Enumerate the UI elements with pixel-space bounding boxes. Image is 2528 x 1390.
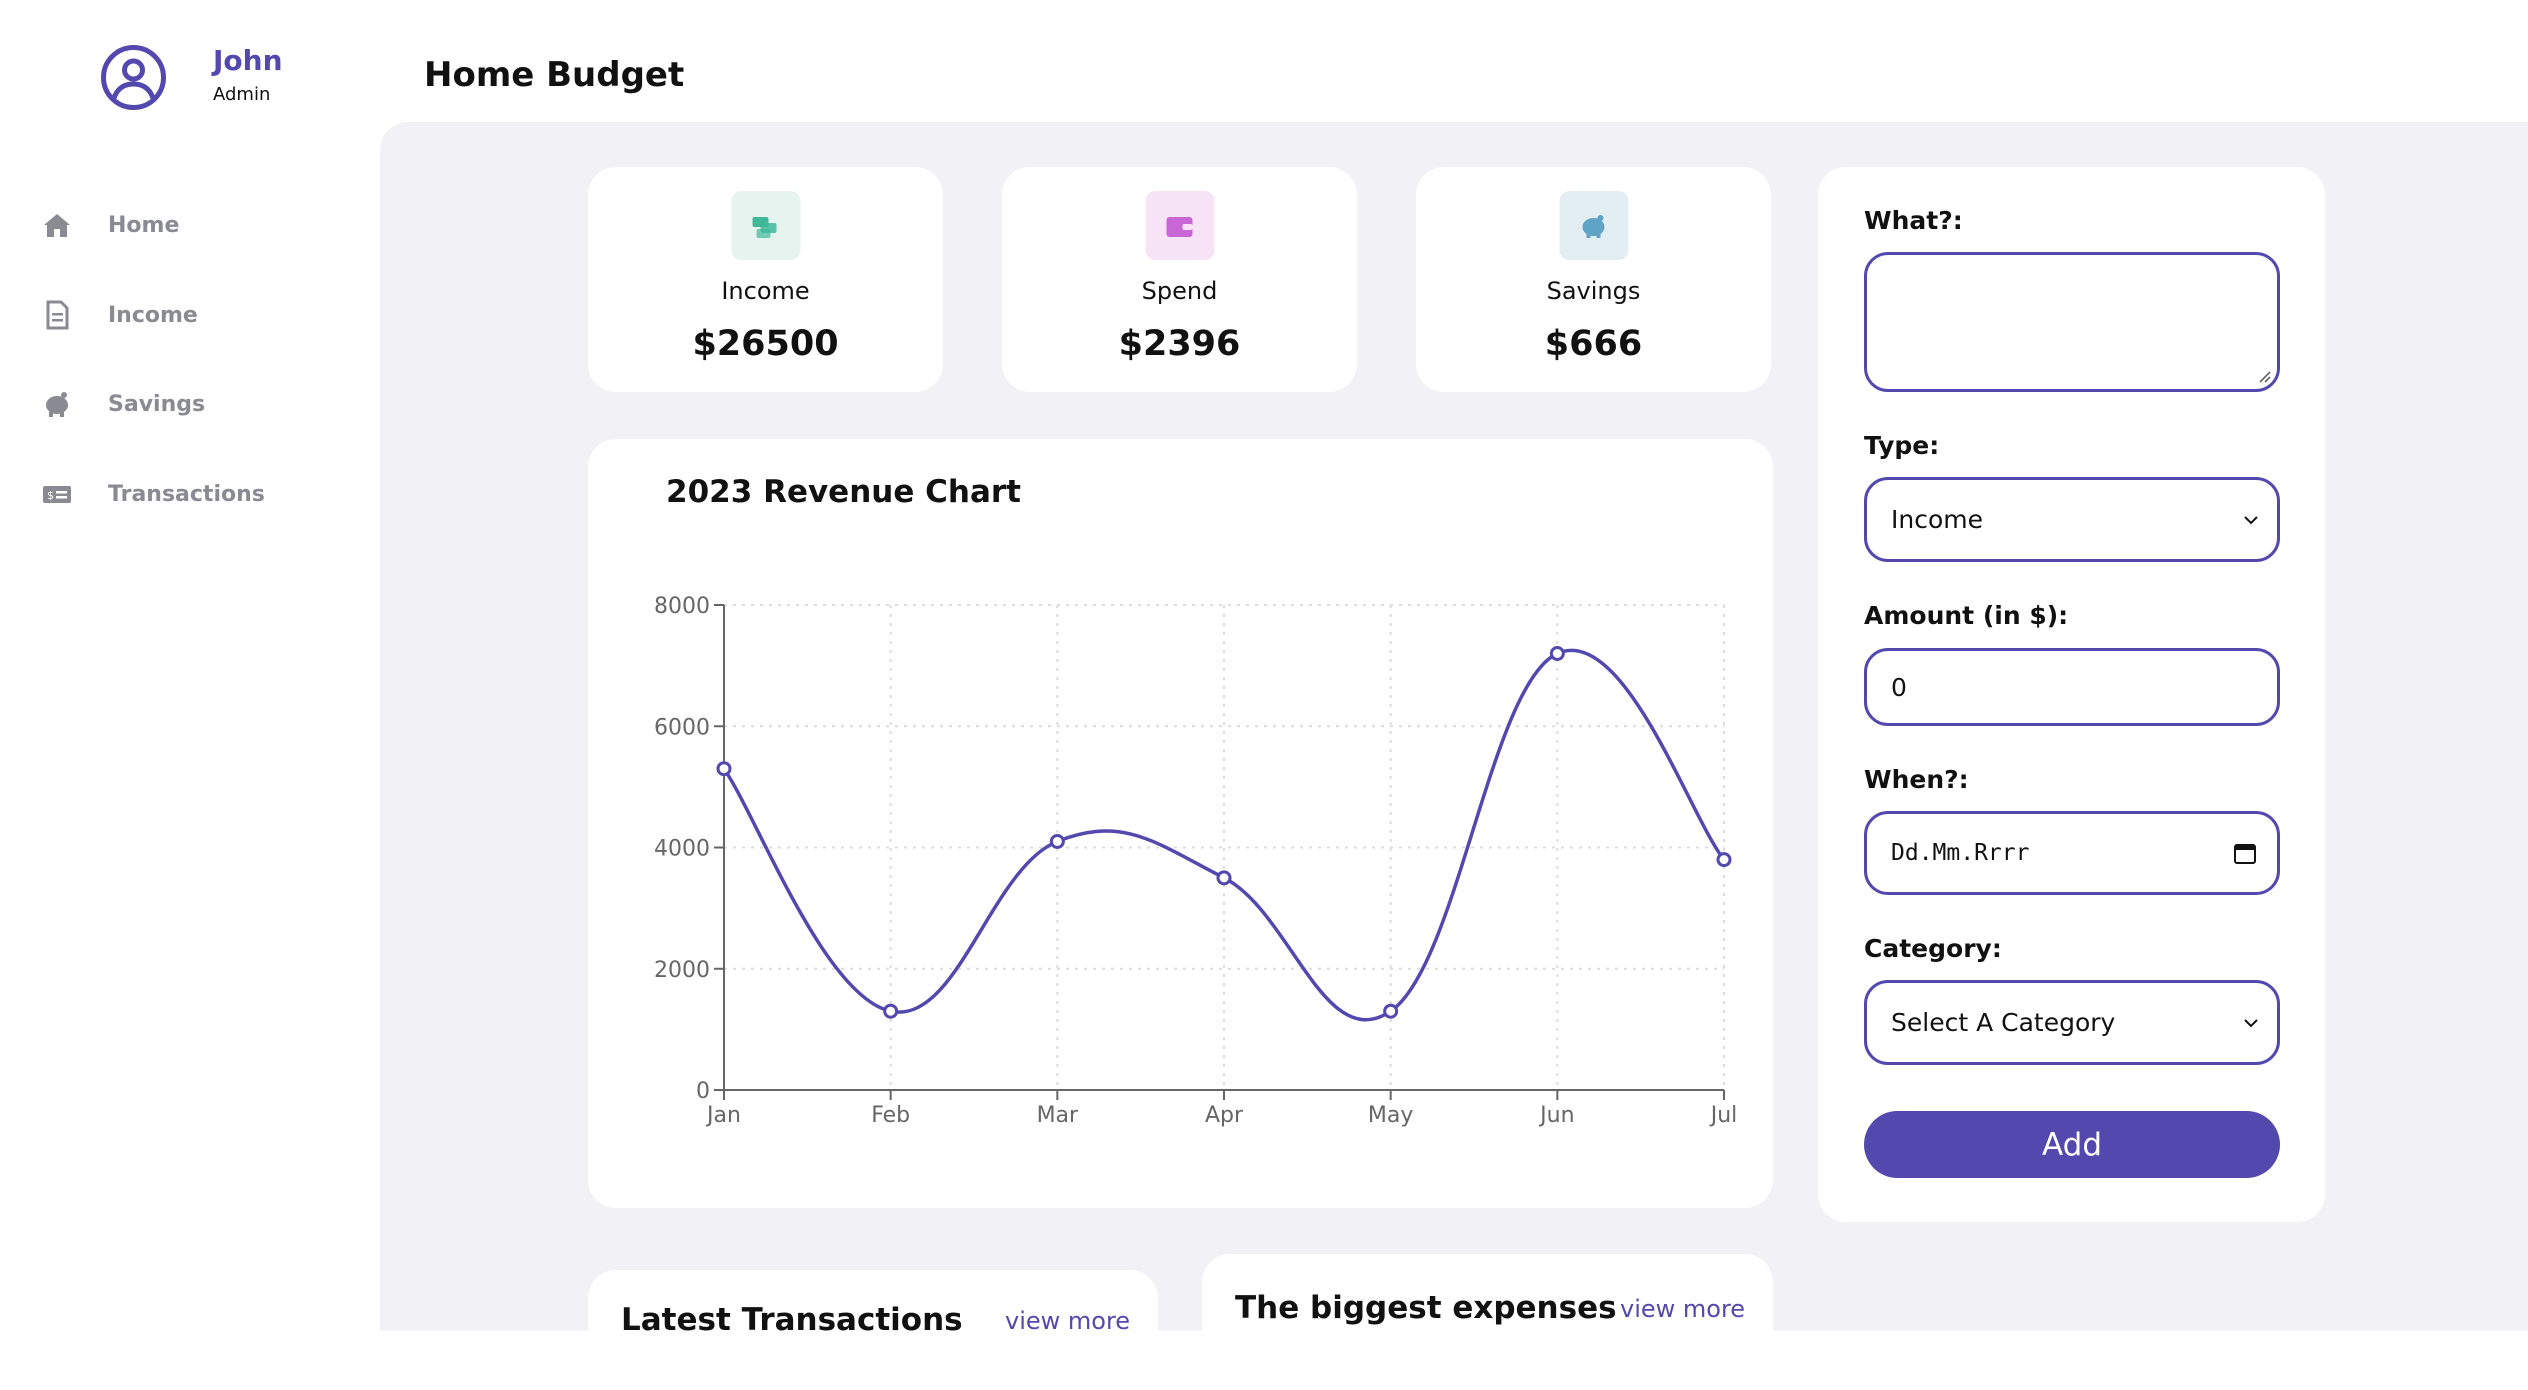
sidebar-item-label: Transactions: [108, 481, 265, 507]
sidebar-item-savings[interactable]: Savings: [42, 374, 205, 434]
what-label: What?:: [1864, 206, 1963, 235]
chevron-down-icon: [2244, 515, 2258, 524]
y-tick-label: 0: [696, 1079, 710, 1104]
x-tick-label: Apr: [1205, 1103, 1244, 1128]
income-stat-card: Income $26500: [588, 167, 943, 392]
data-point: [1549, 646, 1565, 661]
resize-handle-icon: [2259, 371, 2271, 383]
x-tick-label: Jun: [1538, 1103, 1574, 1128]
piggy-bank-icon: [1582, 214, 1605, 238]
type-select[interactable]: Income: [1864, 477, 2280, 562]
sidebar-item-label: Income: [108, 302, 198, 328]
x-tick-label: Jan: [705, 1103, 741, 1128]
data-point: [1383, 1003, 1399, 1019]
user-role: Admin: [213, 84, 271, 105]
type-label: Type:: [1864, 431, 1940, 460]
sidebar-item-label: Savings: [108, 391, 206, 417]
data-point: [883, 1003, 899, 1019]
y-tick-label: 8000: [654, 594, 710, 619]
stat-value: $26500: [692, 324, 839, 364]
stat-icon-box: [1559, 191, 1628, 260]
category-select[interactable]: Select A Category: [1864, 980, 2280, 1065]
wallet-icon: [1166, 216, 1193, 237]
date-input[interactable]: Dd.Mm.Rrrr: [1864, 811, 2280, 895]
biggest-expenses-title: The biggest expenses: [1235, 1290, 1617, 1326]
page-title: Home Budget: [424, 55, 685, 95]
x-tick-label: Jul: [1709, 1103, 1738, 1128]
svg-text:$: $: [47, 489, 54, 502]
sidebar-item-transactions[interactable]: $ Transactions: [42, 464, 265, 524]
when-label: When?:: [1864, 765, 1969, 794]
sidebar-item-income[interactable]: Income: [42, 285, 198, 345]
data-point: [1716, 852, 1732, 868]
stat-icon-box: [731, 191, 800, 260]
y-tick-label: 6000: [654, 715, 710, 740]
sidebar-item-label: Home: [108, 212, 180, 238]
sidebar-item-home[interactable]: Home: [42, 195, 179, 255]
chevron-down-icon: [2244, 1018, 2258, 1027]
amount-input[interactable]: 0: [1864, 648, 2280, 726]
category-label: Category:: [1864, 934, 2002, 963]
x-tick-label: Feb: [871, 1103, 910, 1128]
revenue-line-chart: 0 2000 4000 6000 8000 Jan Feb Mar Apr May Jun Jul: [654, 594, 1738, 1128]
document-icon: [46, 300, 69, 330]
latest-transactions-title: Latest Transactions: [621, 1302, 963, 1338]
money-card-icon: $: [43, 486, 71, 503]
spend-stat-card: Spend $2396: [1002, 167, 1357, 392]
x-tick-label: May: [1368, 1103, 1413, 1128]
user-avatar-icon[interactable]: [100, 44, 167, 111]
date-placeholder: Dd.Mm.Rrrr: [1891, 840, 2030, 866]
what-textarea[interactable]: [1864, 252, 2280, 392]
type-select-value: Income: [1891, 505, 1983, 534]
data-point: [1216, 870, 1232, 886]
stat-label: Savings: [1546, 277, 1641, 305]
piggy-bank-icon: [46, 392, 68, 417]
add-button[interactable]: Add: [1864, 1111, 2280, 1178]
savings-stat-card: Savings $666: [1416, 167, 1771, 392]
stat-label: Spend: [1141, 277, 1218, 305]
amount-label: Amount (in $):: [1864, 601, 2069, 630]
stat-value: $2396: [1118, 324, 1241, 364]
user-name: John: [213, 44, 283, 77]
stat-label: Income: [721, 277, 810, 305]
home-icon: [44, 214, 70, 237]
calendar-icon[interactable]: [2233, 841, 2257, 865]
chart-title: 2023 Revenue Chart: [666, 474, 1022, 510]
stat-icon-box: [1145, 191, 1214, 260]
data-point: [1049, 833, 1065, 849]
amount-value: 0: [1891, 672, 1907, 702]
x-tick-label: Mar: [1037, 1103, 1079, 1128]
data-point: [716, 761, 732, 777]
money-icon: [752, 216, 777, 238]
y-tick-label: 2000: [654, 958, 710, 983]
category-select-value: Select A Category: [1891, 1008, 2116, 1037]
y-tick-label: 4000: [654, 837, 710, 862]
biggest-expenses-view-more-link[interactable]: view more: [1620, 1295, 1745, 1323]
stat-value: $666: [1544, 324, 1643, 364]
